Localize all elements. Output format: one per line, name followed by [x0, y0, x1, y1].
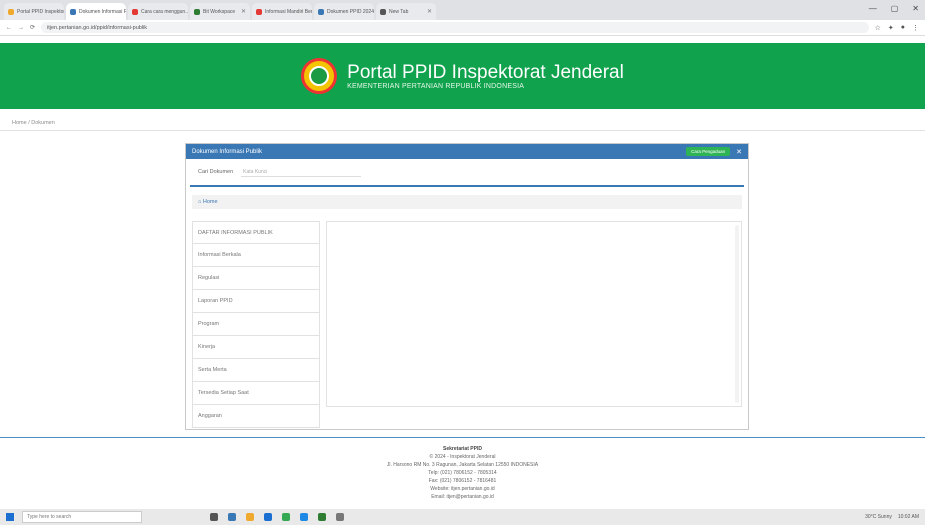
tab-favicon-icon: [194, 8, 200, 15]
clock[interactable]: 10:02 AM: [898, 514, 919, 520]
weather-text[interactable]: 30°C Sunny: [865, 514, 892, 520]
word-icon[interactable]: [300, 513, 308, 521]
tab-favicon-icon: [8, 8, 14, 15]
maximize-icon[interactable]: ▢: [891, 4, 899, 13]
tab-favicon-icon: [380, 8, 386, 15]
breadcrumb: Home / Dokumen: [0, 117, 925, 131]
search-label: Cari Dokumen: [198, 169, 234, 175]
tab-favicon-icon: [70, 8, 76, 15]
task-view-icon[interactable]: [210, 513, 218, 521]
footer-title: Sekretariat PPID: [443, 446, 482, 452]
search-row: Cari Dokumen Kata Kunci: [190, 159, 744, 187]
panel-body: DAFTAR INFORMASI PUBLIK Informasi Berkala…: [192, 221, 742, 428]
tab-favicon-icon: [318, 8, 324, 15]
excel-icon[interactable]: [318, 513, 326, 521]
star-icon[interactable]: ☆: [875, 24, 881, 32]
category-item[interactable]: Anggaran: [192, 405, 320, 428]
browser-tab[interactable]: Portal PPID Inspektorat Jenderal ...✕: [4, 3, 64, 20]
edge-icon[interactable]: [228, 513, 236, 521]
browser-tab[interactable]: Dokumen Informasi Publik✕: [66, 3, 126, 20]
system-tray: 30°C Sunny 10:02 AM: [865, 514, 919, 520]
extension-icons: ☆ ✦ ● ⋮: [875, 24, 919, 32]
taskbar-apps: [210, 513, 344, 521]
footer-line: Fax: (021) 7806152 - 7816481: [428, 478, 497, 484]
site-title[interactable]: Portal PPID Inspektorat Jenderal: [347, 62, 624, 83]
window-controls: — ▢ ✕: [869, 4, 919, 13]
footer: Sekretariat PPID © 2024 - Inspektorat Je…: [0, 437, 925, 509]
minimize-icon[interactable]: —: [869, 4, 877, 13]
tab-label: Dokumen PPID 2024 ...: [327, 8, 374, 15]
tab-close-icon[interactable]: ✕: [241, 8, 246, 15]
forward-icon[interactable]: →: [18, 25, 24, 31]
browser-tab[interactable]: New Tab ✕: [376, 3, 436, 20]
ministry-logo[interactable]: [301, 58, 338, 94]
site-header: Portal PPID Inspektorat Jenderal KEMENTE…: [0, 43, 925, 109]
category-list: DAFTAR INFORMASI PUBLIK Informasi Berkala…: [192, 221, 320, 428]
store-icon[interactable]: [264, 513, 272, 521]
category-item[interactable]: Informasi Berkala: [192, 244, 320, 267]
category-item[interactable]: Tersedia Setiap Saat: [192, 382, 320, 405]
documents-panel: Dokumen Informasi Publik Cara Pengaduan …: [185, 143, 749, 430]
footer-lines: © 2024 - Inspektorat Jenderal Jl. Harsono…: [0, 453, 925, 501]
file-explorer-icon[interactable]: [246, 513, 254, 521]
category-item[interactable]: DAFTAR INFORMASI PUBLIK: [192, 221, 320, 244]
footer-line: Email: itjen@pertanian.go.id: [431, 494, 494, 500]
profile-icon[interactable]: ●: [901, 24, 905, 32]
browser-tab[interactable]: Cara cara menggun...✕: [128, 3, 188, 20]
reload-icon[interactable]: ⟳: [30, 24, 35, 31]
taskbar-search[interactable]: Type here to search: [22, 511, 142, 523]
menu-icon[interactable]: ⋮: [912, 24, 919, 32]
folder-path-home[interactable]: Home: [203, 199, 218, 205]
tab-close-icon[interactable]: ✕: [427, 8, 432, 15]
back-icon[interactable]: ←: [6, 25, 12, 31]
panel-title: Dokumen Informasi Publik: [192, 148, 263, 155]
tab-favicon-icon: [256, 8, 262, 15]
tab-label: Informasi Mandiri Berkas...: [265, 8, 312, 15]
browser-tabbar: Portal PPID Inspektorat Jenderal ...✕Dok…: [0, 0, 925, 20]
app-icon[interactable]: [336, 513, 344, 521]
browser-tab[interactable]: Informasi Mandiri Berkas...✕: [252, 3, 312, 20]
url-text: itjen.pertanian.go.id/ppid/informasi-pub…: [47, 24, 148, 31]
browser-tab[interactable]: Bit Workspace ✕: [190, 3, 250, 20]
category-item[interactable]: Laporan PPID: [192, 290, 320, 313]
document-list[interactable]: [326, 221, 742, 407]
tab-label: Portal PPID Inspektorat Jenderal ...: [17, 8, 64, 15]
folder-path: ⌂ Home: [192, 195, 742, 209]
extensions-icon[interactable]: ✦: [888, 24, 894, 32]
close-icon[interactable]: ✕: [912, 4, 919, 13]
windows-start-icon[interactable]: [6, 513, 14, 521]
panel-header: Dokumen Informasi Publik Cara Pengaduan …: [186, 144, 748, 159]
tab-label: Cara cara menggun...: [141, 8, 188, 15]
footer-line: Jl. Harsono RM No. 3 Ragunan, Jakarta Se…: [386, 462, 539, 468]
tab-label: New Tab: [389, 8, 409, 15]
category-item[interactable]: Regulasi: [192, 267, 320, 290]
category-item[interactable]: Serta Merta: [192, 359, 320, 382]
site-subtitle: KEMENTERIAN PERTANIAN REPUBLIK INDONESIA: [347, 83, 525, 90]
chrome-icon[interactable]: [282, 513, 290, 521]
complaint-button[interactable]: Cara Pengaduan: [686, 147, 731, 156]
footer-line: © 2024 - Inspektorat Jenderal: [429, 454, 496, 460]
taskbar: Type here to search 30°C Sunny 10:02 AM: [0, 509, 925, 525]
tab-label: Bit Workspace: [203, 8, 236, 15]
url-field[interactable]: itjen.pertanian.go.id/ppid/informasi-pub…: [41, 22, 869, 33]
close-icon[interactable]: ✕: [736, 148, 742, 156]
tab-label: Dokumen Informasi Publik: [79, 8, 126, 15]
footer-line: Telp: (021) 7806152 - 7805314: [428, 470, 497, 476]
scrollbar[interactable]: [735, 225, 739, 403]
category-item[interactable]: Program: [192, 313, 320, 336]
search-input[interactable]: Kata Kunci: [241, 167, 362, 177]
browser-tab[interactable]: Dokumen PPID 2024 ...✕: [314, 3, 374, 20]
footer-line: Website: itjen.pertanian.go.id: [430, 486, 495, 492]
tab-favicon-icon: [132, 8, 138, 15]
category-item[interactable]: Kinerja: [192, 336, 320, 359]
address-bar: ← → ⟳ itjen.pertanian.go.id/ppid/informa…: [0, 20, 925, 36]
